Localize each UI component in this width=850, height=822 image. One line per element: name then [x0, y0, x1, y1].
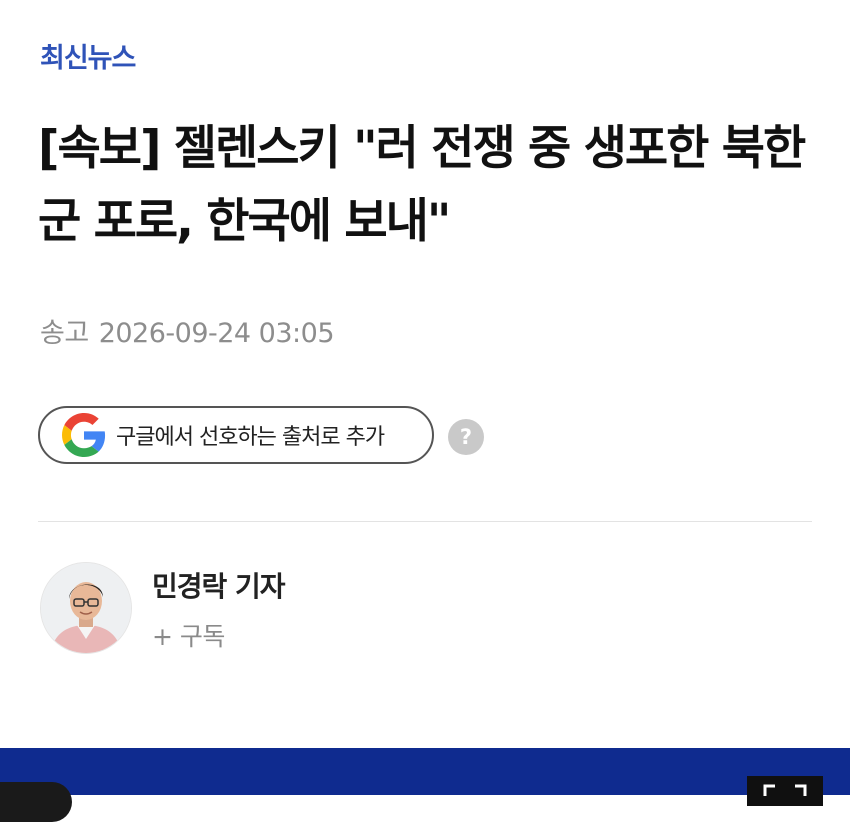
add-preferred-source-label: 구글에서 선호하는 출처로 추가 [116, 425, 385, 450]
bottom-bar [0, 748, 850, 822]
bottom-left-button[interactable] [0, 782, 72, 822]
category-link[interactable]: 최신뉴스 [40, 36, 136, 75]
publish-datetime: 2026-09-24 03:05 [98, 318, 335, 349]
subscribe-button[interactable]: + 구독 [152, 617, 225, 653]
article-headline: [속보] 젤렌스키 "러 전쟁 중 생포한 북한군 포로, 한국에 보내" [38, 121, 806, 249]
author-name: 민경락 기자 [152, 570, 286, 603]
divider [38, 521, 812, 522]
reporter-avatar[interactable] [40, 562, 132, 654]
add-preferred-source-button[interactable]: 구글에서 선호하는 출처로 추가 [38, 406, 434, 464]
help-icon[interactable]: ? [448, 419, 484, 455]
publish-label: 송고 [40, 318, 89, 349]
fullscreen-icon[interactable] [747, 776, 823, 806]
publish-meta: 송고 2026-09-24 03:05 [40, 311, 335, 350]
google-logo-icon [62, 413, 106, 457]
reporter-photo-icon [41, 563, 131, 653]
